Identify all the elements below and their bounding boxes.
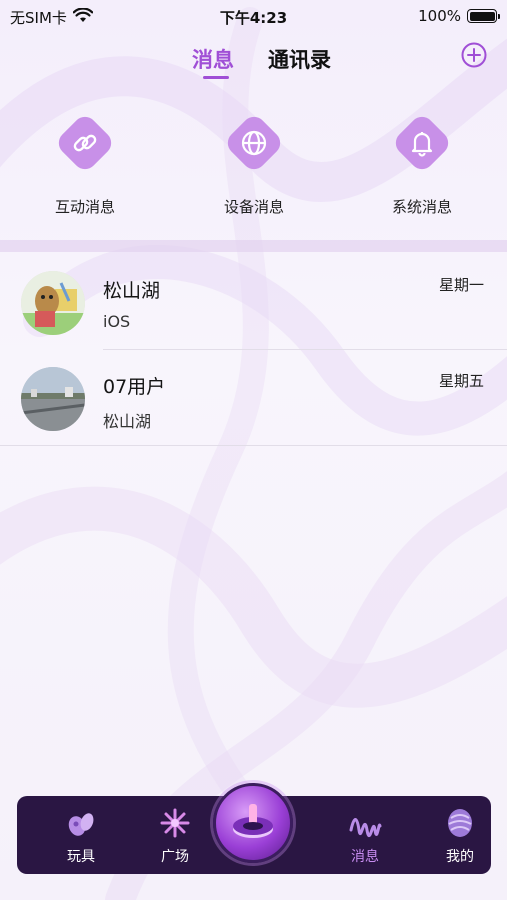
conversation-row[interactable]: 松山湖 iOS 星期一	[0, 254, 507, 350]
nav-label: 广场	[161, 849, 189, 865]
nav-label: 玩具	[67, 849, 95, 865]
toy-icon	[64, 806, 98, 840]
plus-circle-icon[interactable]	[461, 42, 487, 68]
globe-icon	[241, 130, 267, 156]
category-label: 系统消息	[391, 198, 452, 216]
conversation-name: 07用户	[103, 376, 166, 398]
conversation-name: 松山湖	[103, 280, 161, 302]
sparkle-icon	[158, 806, 192, 840]
category-label: 设备消息	[223, 198, 284, 216]
category-interaction-messages[interactable]: 互动消息	[25, 110, 145, 217]
nav-square[interactable]: 广场	[145, 806, 205, 866]
category-label: 互动消息	[54, 198, 115, 216]
nav-messages[interactable]: 消息	[335, 806, 395, 866]
conversation-preview: iOS	[103, 312, 131, 331]
message-wave-icon	[348, 806, 382, 840]
row-divider	[0, 445, 507, 446]
active-tab-indicator	[203, 76, 229, 79]
header: 消息 通讯录	[0, 38, 507, 82]
tab-messages[interactable]: 消息	[192, 44, 234, 74]
landscape-photo-avatar	[21, 367, 85, 431]
conversation-list: 松山湖 iOS 星期一 07用户 松山湖 星期五	[0, 254, 507, 446]
nav-toys[interactable]: 玩具	[51, 806, 111, 866]
category-system-messages[interactable]: 系统消息	[362, 110, 482, 217]
link-icon	[73, 134, 97, 152]
tab-contacts[interactable]: 通讯录	[268, 44, 331, 74]
nav-label: 消息	[351, 849, 379, 865]
status-bar: 无SIM卡 下午4:23 100%	[0, 0, 507, 32]
conversation-row[interactable]: 07用户 松山湖 星期五	[0, 350, 507, 446]
profile-orb-icon	[443, 806, 477, 840]
cartoon-character-avatar	[21, 271, 85, 335]
conversation-time: 星期一	[438, 276, 484, 294]
conversation-time: 星期五	[438, 372, 484, 390]
nav-mine[interactable]: 我的	[430, 806, 490, 866]
nav-label: 我的	[446, 849, 474, 865]
bell-icon	[411, 132, 433, 157]
message-categories: 互动消息 设备消息 系统消息	[0, 110, 507, 230]
battery-percent: 100%	[418, 7, 461, 25]
battery-icon	[467, 9, 500, 23]
device-center-icon[interactable]	[213, 783, 293, 863]
section-divider	[0, 240, 507, 252]
category-device-messages[interactable]: 设备消息	[194, 110, 314, 217]
conversation-preview: 松山湖	[103, 412, 152, 431]
